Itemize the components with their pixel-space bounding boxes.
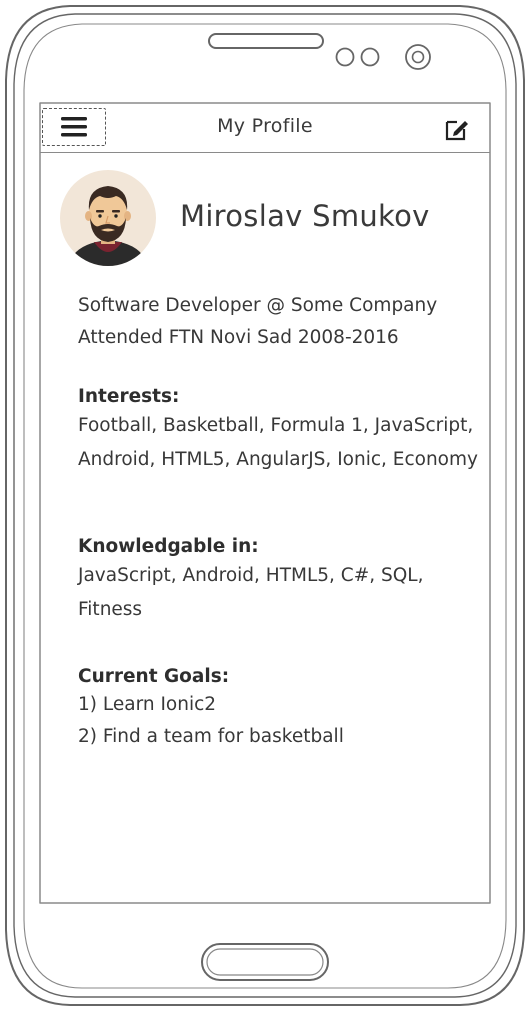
bio: Software Developer @ Some Company Attend… <box>78 290 478 354</box>
bio-education: Attended FTN Novi Sad 2008-2016 <box>78 327 399 348</box>
bio-job: Software Developer @ Some Company <box>78 295 438 316</box>
app-bar: My Profile <box>40 103 490 153</box>
edit-profile-button[interactable] <box>444 116 470 142</box>
goal-item: 2) Find a team for basketball <box>78 726 344 747</box>
interests-heading: Interests: <box>78 386 180 407</box>
knowledge-text: JavaScript, Android, HTML5, C#, SQL, Fit… <box>78 565 424 620</box>
interests-text: Football, Basketball, Formula 1, JavaScr… <box>78 415 478 470</box>
profile-name: Miroslav Smukov <box>180 199 430 233</box>
interests-section: Interests: Football, Basketball, Formula… <box>78 385 478 477</box>
page-title: My Profile <box>217 115 313 137</box>
hamburger-menu-icon <box>61 117 87 137</box>
knowledge-heading: Knowledgable in: <box>78 536 259 557</box>
phone-screen: My Profile Miroslav Smukov Software Deve… <box>40 103 490 903</box>
menu-button[interactable] <box>42 108 106 146</box>
edit-icon <box>445 120 468 141</box>
knowledge-section: Knowledgable in: JavaScript, Android, HT… <box>78 535 478 627</box>
avatar <box>60 170 156 266</box>
goals-section: Current Goals: 1) Learn Ionic2 2) Find a… <box>78 665 478 753</box>
goal-item: 1) Learn Ionic2 <box>78 694 217 715</box>
goals-heading: Current Goals: <box>78 666 230 687</box>
